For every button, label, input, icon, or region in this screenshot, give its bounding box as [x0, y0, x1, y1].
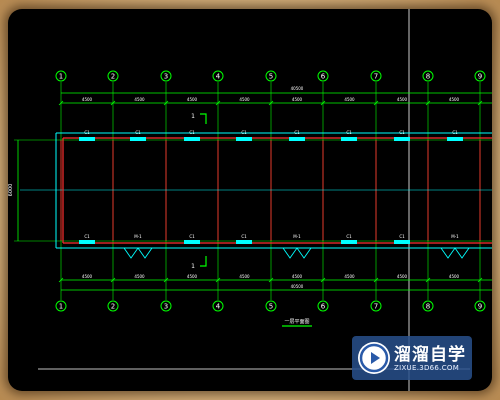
- cad-canvas[interactable]: 6000 C1 C1 C1 C1 C1 C1 C1 C1 C1 C1 C1 C1 C1 M-1 M-1 M-1 1…: [8, 9, 492, 391]
- window-top: [130, 137, 146, 141]
- axis-label-top: 5: [269, 73, 273, 81]
- axis-label-top: 1: [59, 73, 63, 81]
- bay-dim-top: 4500: [239, 97, 250, 102]
- bay-dim-top: 4500: [82, 97, 93, 102]
- axis-label-bottom: 8: [426, 303, 430, 311]
- axis-label-top: 9: [478, 73, 482, 81]
- window-label-top: C1: [241, 130, 247, 135]
- window-top: [341, 137, 357, 141]
- section-marker-label-top: 1: [191, 113, 195, 120]
- window-top: [79, 137, 95, 141]
- window-top: [394, 137, 410, 141]
- window-bottom: [184, 240, 200, 244]
- window-bottom: [236, 240, 252, 244]
- bay-dim-bottom: 4500: [239, 274, 250, 279]
- section-marker-top: [200, 113, 207, 124]
- axis-label-bottom: 3: [164, 303, 168, 311]
- bay-dim-bottom: 4500: [187, 274, 198, 279]
- axis-label-bottom: 1: [59, 303, 63, 311]
- bay-dim-bottom: 4500: [449, 274, 460, 279]
- axis-label-bottom: 4: [216, 303, 221, 311]
- window-top: [236, 137, 252, 141]
- bay-dim-top: 4500: [134, 97, 145, 102]
- axis-label-top: 2: [111, 73, 115, 81]
- drawing-title: 一层平面图: [284, 319, 309, 325]
- bay-dim-bottom: 4500: [134, 274, 145, 279]
- window-label-bottom: C1: [399, 234, 405, 239]
- axis-label-top: 8: [426, 73, 430, 81]
- bay-dim-bottom: 4500: [292, 274, 303, 279]
- door-label: M-1: [134, 234, 142, 239]
- window-label-top: C1: [294, 130, 300, 135]
- axis-label-bottom: 2: [111, 303, 115, 311]
- watermark-title: 溜溜自学: [394, 345, 466, 365]
- door-swing: [123, 247, 153, 259]
- total-dim-bottom: 40500: [291, 284, 304, 289]
- axis-label-top: 7: [374, 73, 378, 81]
- axis-label-top: 4: [216, 73, 221, 81]
- total-dim-top: 40500: [291, 86, 304, 91]
- window-top: [447, 137, 463, 141]
- door-label: M-1: [293, 234, 301, 239]
- section-marker-label-bottom: 1: [191, 263, 195, 270]
- window-label-top: C1: [135, 130, 141, 135]
- window-label-bottom: C1: [346, 234, 352, 239]
- window-bottom: [341, 240, 357, 244]
- axis-label-bottom: 5: [269, 303, 273, 311]
- window-label-top: C1: [399, 130, 405, 135]
- window-top: [289, 137, 305, 141]
- window-label-top: C1: [452, 130, 458, 135]
- window-label-top: C1: [84, 130, 90, 135]
- window-label-bottom: C1: [189, 234, 195, 239]
- bay-dim-top: 4500: [344, 97, 355, 102]
- window-top: [184, 137, 200, 141]
- bay-dim-top: 4500: [187, 97, 198, 102]
- window-bottom: [79, 240, 95, 244]
- axis-label-bottom: 7: [374, 303, 378, 311]
- axis-label-bottom: 6: [321, 303, 326, 311]
- door-swing: [440, 247, 470, 259]
- section-marker-bottom: [200, 256, 207, 267]
- window-label-bottom: C1: [84, 234, 90, 239]
- bay-dim-top: 4500: [449, 97, 460, 102]
- watermark-badge: 溜溜自学 ZIXUE.3D66.COM: [352, 336, 472, 380]
- floor-plan-drawing: 6000 C1 C1 C1 C1 C1 C1 C1 C1 C1 C1 C1 C1 C1 M-1 M-1 M-1 1…: [8, 9, 492, 391]
- axis-label-top: 3: [164, 73, 168, 81]
- bay-dim-bottom: 4500: [397, 274, 408, 279]
- watermark-url: ZIXUE.3D66.COM: [394, 364, 460, 372]
- axis-label-bottom: 9: [478, 303, 482, 311]
- bay-dim-top: 4500: [397, 97, 408, 102]
- door-swing: [282, 247, 312, 259]
- window-label-top: C1: [346, 130, 352, 135]
- play-icon: [358, 342, 390, 374]
- side-dim-label: 6000: [8, 184, 14, 197]
- window-bottom: [394, 240, 410, 244]
- bay-dim-bottom: 4500: [344, 274, 355, 279]
- bay-dim-top: 4500: [292, 97, 303, 102]
- bay-dim-bottom: 4500: [82, 274, 93, 279]
- window-label-top: C1: [189, 130, 195, 135]
- window-label-bottom: C1: [241, 234, 247, 239]
- door-label: M-1: [451, 234, 459, 239]
- axis-label-top: 6: [321, 73, 326, 81]
